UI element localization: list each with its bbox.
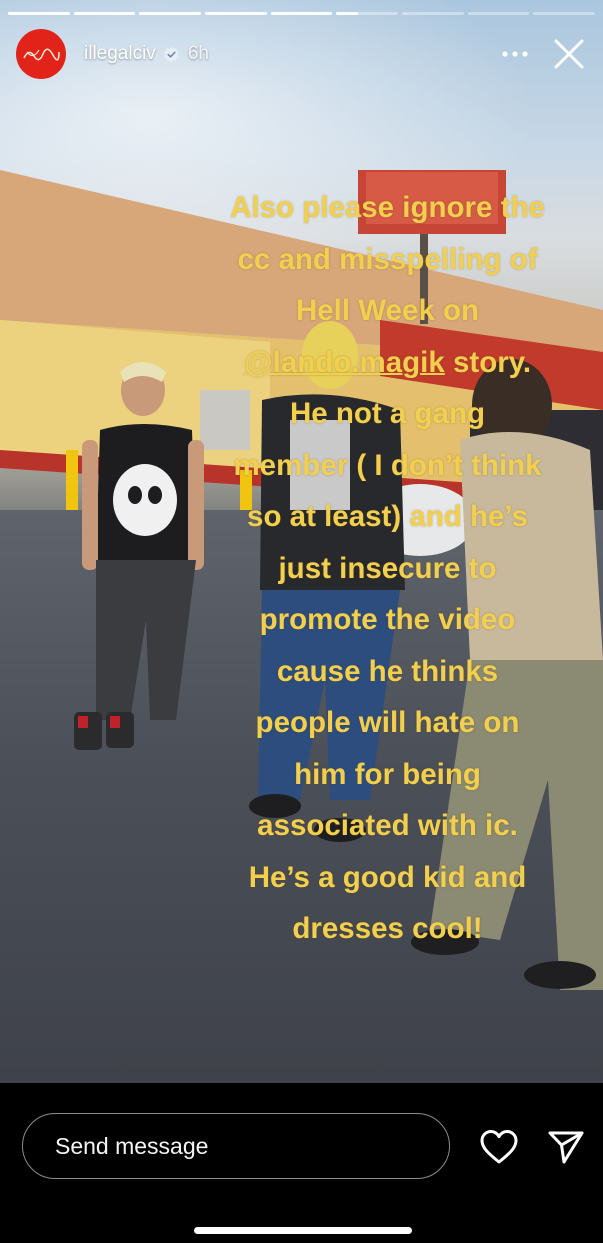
progress-segment-fill (8, 12, 70, 15)
caption-line: cc and misspelling of (237, 242, 538, 276)
progress-segment (402, 12, 464, 15)
progress-segment-fill (270, 12, 333, 15)
heart-icon (480, 1130, 518, 1164)
more-horizontal-icon (502, 51, 528, 57)
progress-segment (205, 12, 267, 15)
avatar[interactable] (16, 29, 66, 79)
send-button[interactable] (544, 1127, 588, 1167)
more-options-button[interactable] (497, 36, 533, 72)
caption-line: him for being (294, 757, 481, 791)
close-story-button[interactable] (549, 34, 589, 74)
home-indicator[interactable] (194, 1227, 412, 1234)
caption-line: He’s a good kid and (248, 860, 527, 894)
like-button[interactable] (477, 1127, 521, 1167)
progress-segment-fill (73, 12, 136, 15)
story-reply-bar (0, 1083, 603, 1243)
caption-line: just insecure to (278, 551, 497, 585)
caption-line: member ( I don’t think (233, 448, 542, 482)
caption-line: people will hate on (255, 706, 520, 739)
progress-segment-fill (139, 12, 202, 15)
caption-line: @lando.magik story. (243, 345, 532, 379)
caption-line: cause he thinks (276, 654, 499, 688)
send-message-input[interactable] (22, 1113, 450, 1179)
caption-line: dresses cool! (292, 912, 483, 945)
caption-line: associated with ic. (257, 809, 518, 842)
caption-line: so at least) and he’s (247, 500, 528, 533)
progress-segment (336, 12, 399, 15)
progress-segment-fill (205, 12, 267, 15)
progress-segment (533, 12, 596, 15)
story-username[interactable]: illegalciv (84, 43, 156, 65)
story-caption-text: Also please ignore the cc and misspelling… (175, 182, 600, 955)
progress-segment (139, 12, 202, 15)
verified-badge-icon (163, 46, 179, 62)
story-progress-bar (8, 12, 596, 15)
illegal-civ-logo-icon (23, 48, 60, 61)
progress-segment (8, 12, 70, 15)
caption-line: Hell Week on (295, 294, 480, 327)
progress-segment-fill (336, 12, 358, 15)
send-icon (548, 1131, 584, 1164)
story-timestamp: 6h (187, 43, 209, 64)
progress-segment (467, 12, 530, 15)
caption-line: Also please ignore the (230, 191, 545, 224)
story-header: illegalciv 6h (16, 28, 589, 80)
mention-link[interactable]: @lando.magik (244, 346, 445, 379)
progress-segment (73, 12, 136, 15)
close-icon (554, 39, 584, 69)
story-screen: illegalciv 6h Also please ignore the cc a… (0, 0, 603, 1243)
caption-line: promote the video (259, 603, 516, 636)
progress-segment (270, 12, 333, 15)
caption-line: He not a gang (289, 397, 486, 430)
